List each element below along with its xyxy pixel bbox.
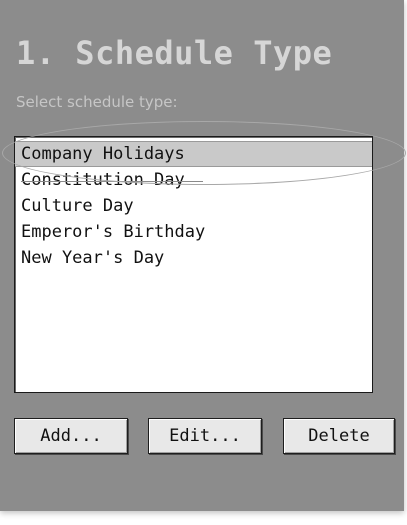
list-item-emperors-birthday[interactable]: Emperor's Birthday [15,219,372,245]
list-item-label: Company Holidays [21,144,185,164]
list-item-label: Culture Day [21,196,134,216]
list-item-company-holidays[interactable]: Company Holidays [15,141,372,167]
panel-title: 1. Schedule Type [16,34,333,72]
list-item-label: Emperor's Birthday [21,222,206,242]
list-item-label: Constitution Day [21,170,185,190]
annotation-line [21,181,203,182]
schedule-type-panel: 1. Schedule Type Select schedule type: C… [0,0,406,511]
list-item-new-years-day[interactable]: New Year's Day [15,245,372,271]
schedule-type-listbox[interactable]: Company Holidays Constitution Day Cultur… [14,136,373,393]
delete-button[interactable]: Delete [283,418,395,454]
list-item-culture-day[interactable]: Culture Day [15,193,372,219]
list-item-label: New Year's Day [21,248,165,268]
edit-button[interactable]: Edit... [148,418,262,454]
screenshot-stage: 1. Schedule Type Select schedule type: C… [0,0,407,525]
schedule-type-list: Company Holidays Constitution Day Cultur… [15,137,372,271]
panel-subtitle: Select schedule type: [16,93,178,111]
add-button[interactable]: Add... [14,418,128,454]
list-item-constitution-day[interactable]: Constitution Day [15,167,372,193]
